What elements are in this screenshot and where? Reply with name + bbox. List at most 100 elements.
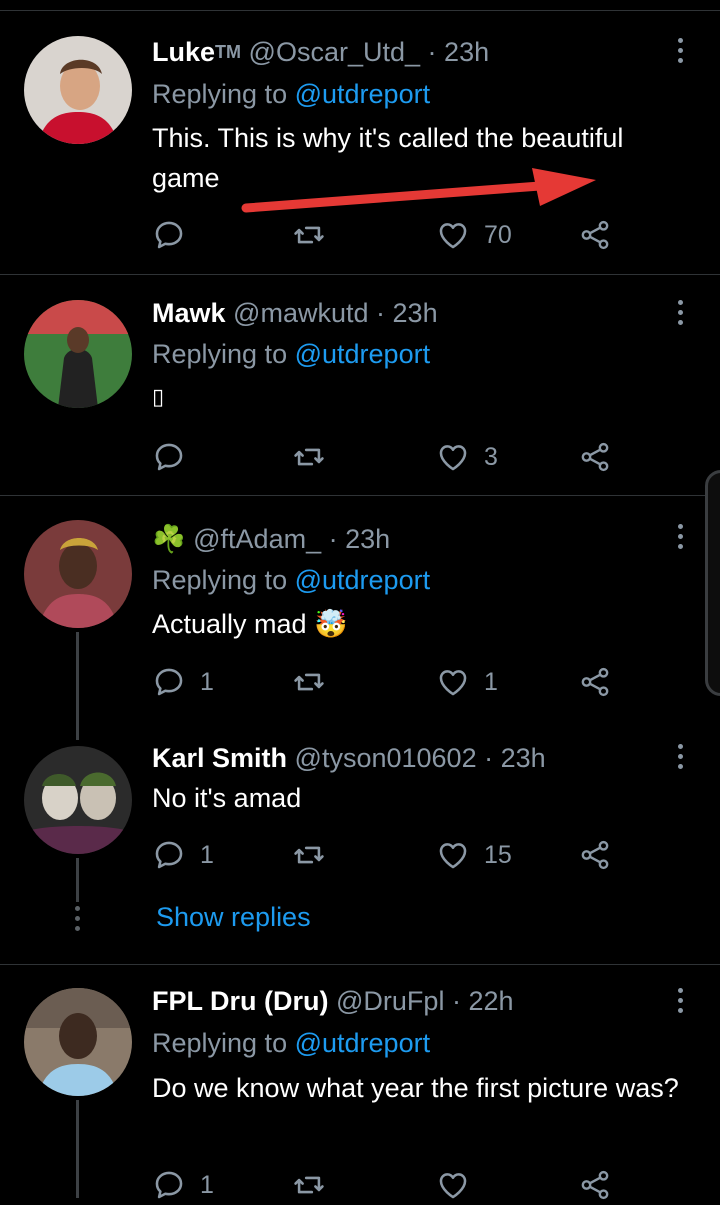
tweet-text: Do we know what year the first picture w… xyxy=(152,1073,679,1103)
avatar[interactable] xyxy=(24,300,132,408)
retweet-button[interactable] xyxy=(292,835,340,875)
retweet-icon xyxy=(294,448,324,466)
like-button[interactable]: 15 xyxy=(436,835,512,875)
handle[interactable]: @ftAdam_ xyxy=(193,524,321,554)
separator: · xyxy=(484,743,494,773)
share-icon xyxy=(581,1170,609,1200)
timestamp[interactable]: 23h xyxy=(501,743,546,773)
timestamp[interactable]: 23h xyxy=(393,298,438,328)
like-count: 3 xyxy=(484,442,498,471)
heart-icon xyxy=(439,670,467,696)
share-button[interactable] xyxy=(578,437,612,477)
like-count: 70 xyxy=(484,220,512,249)
separator: · xyxy=(451,986,461,1016)
share-icon xyxy=(581,667,609,697)
like-count: 15 xyxy=(484,840,512,869)
heart-icon xyxy=(439,843,467,869)
heart-icon xyxy=(439,223,467,249)
handle[interactable]: @tyson010602 xyxy=(295,743,477,773)
reply-button[interactable]: 1 xyxy=(152,662,214,702)
reply-button[interactable]: 1 xyxy=(152,835,214,875)
tweet-divider xyxy=(0,495,720,496)
share-button[interactable] xyxy=(578,835,612,875)
avatar[interactable] xyxy=(24,36,132,144)
action-bar: 1 xyxy=(152,1165,622,1205)
retweet-button[interactable] xyxy=(292,662,340,702)
replying-to: Replying to @utdreport xyxy=(152,1027,430,1059)
tweet-text: Actually mad 🤯 xyxy=(152,604,692,644)
exploding-head-emoji: 🤯 xyxy=(314,609,348,639)
reply-count: 1 xyxy=(200,840,214,869)
scrollbar-thumb[interactable] xyxy=(705,470,720,696)
share-button[interactable] xyxy=(578,1165,612,1205)
tweet-header: LukeTM @Oscar_Utd_ · 23h xyxy=(152,36,489,68)
reply-icon xyxy=(155,1171,183,1199)
retweet-button[interactable] xyxy=(292,1165,340,1205)
reply-mention-link[interactable]: @utdreport xyxy=(295,339,430,369)
avatar[interactable] xyxy=(24,988,132,1096)
like-button[interactable]: 3 xyxy=(436,437,498,477)
share-icon xyxy=(581,442,609,472)
tweet-header: Mawk @mawkutd · 23h xyxy=(152,297,438,329)
retweet-button[interactable] xyxy=(292,215,340,255)
share-button[interactable] xyxy=(578,662,612,702)
like-count: 1 xyxy=(484,667,498,696)
more-options-icon[interactable] xyxy=(668,38,692,68)
display-name[interactable]: Karl Smith xyxy=(152,743,287,773)
action-bar: 70 xyxy=(152,215,622,255)
thread-line xyxy=(76,1100,79,1198)
avatar[interactable] xyxy=(24,520,132,628)
handle[interactable]: @mawkutd xyxy=(233,298,368,328)
handle[interactable]: @DruFpl xyxy=(336,986,444,1016)
share-button[interactable] xyxy=(578,215,612,255)
avatar[interactable] xyxy=(24,746,132,854)
show-replies-link[interactable]: Show replies xyxy=(156,902,311,933)
tweet-text: ▯ xyxy=(152,385,165,410)
display-name[interactable]: Mawk xyxy=(152,298,226,328)
separator: · xyxy=(427,37,437,67)
top-divider xyxy=(0,10,720,11)
reply-button[interactable] xyxy=(152,437,200,477)
reply-button[interactable] xyxy=(152,215,200,255)
display-name[interactable]: ☘️ xyxy=(152,524,186,554)
replying-to-label: Replying to xyxy=(152,339,288,369)
retweet-icon xyxy=(294,846,324,864)
reply-count: 1 xyxy=(200,667,214,696)
share-icon xyxy=(581,840,609,870)
like-button[interactable] xyxy=(436,1165,484,1205)
like-button[interactable]: 1 xyxy=(436,662,498,702)
display-name[interactable]: Luke xyxy=(152,37,215,67)
tweet-divider xyxy=(0,274,720,275)
timestamp[interactable]: 23h xyxy=(444,37,489,67)
reply-mention-link[interactable]: @utdreport xyxy=(295,79,430,109)
thread-line xyxy=(76,632,79,740)
timestamp[interactable]: 23h xyxy=(345,524,390,554)
replying-to-label: Replying to xyxy=(152,565,288,595)
action-bar: 3 xyxy=(152,437,622,477)
tweet-divider xyxy=(0,964,720,965)
tweet-text-body: Actually mad xyxy=(152,609,307,639)
separator: · xyxy=(376,298,386,328)
reply-mention-link[interactable]: @utdreport xyxy=(295,1028,430,1058)
heart-icon xyxy=(439,1173,467,1199)
reply-icon xyxy=(155,841,183,869)
display-name[interactable]: FPL Dru (Dru) xyxy=(152,986,329,1016)
handle[interactable]: @Oscar_Utd_ xyxy=(249,37,420,67)
replying-to: Replying to @utdreport xyxy=(152,78,430,110)
reply-button[interactable]: 1 xyxy=(152,1165,214,1205)
more-options-icon[interactable] xyxy=(668,300,692,330)
retweet-button[interactable] xyxy=(292,437,340,477)
tweet-header: Karl Smith @tyson010602 · 23h xyxy=(152,742,546,774)
like-button[interactable]: 70 xyxy=(436,215,512,255)
tweet-header: FPL Dru (Dru) @DruFpl · 22h xyxy=(152,985,514,1017)
more-options-icon[interactable] xyxy=(668,988,692,1018)
more-options-icon[interactable] xyxy=(668,744,692,774)
reply-count: 1 xyxy=(200,1170,214,1199)
action-bar: 1 1 xyxy=(152,662,622,702)
reply-icon xyxy=(155,668,183,696)
thread-line xyxy=(76,858,79,902)
more-options-icon[interactable] xyxy=(668,524,692,554)
reply-mention-link[interactable]: @utdreport xyxy=(295,565,430,595)
timestamp[interactable]: 22h xyxy=(468,986,513,1016)
retweet-icon xyxy=(294,226,324,244)
